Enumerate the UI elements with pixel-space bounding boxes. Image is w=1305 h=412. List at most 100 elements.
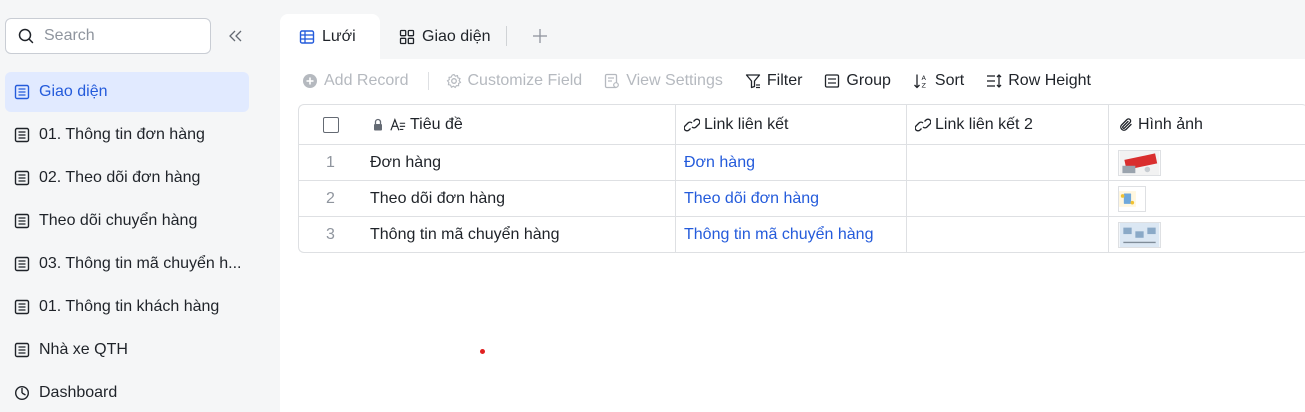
grid-icon: [14, 342, 30, 358]
column-header-label: Tiêu đề: [410, 115, 463, 133]
linked-record[interactable]: Thông tin mã chuyển hàng: [684, 226, 873, 244]
double-chevron-left-icon: [229, 30, 242, 42]
grid-icon: [14, 299, 30, 315]
link-icon: [915, 117, 931, 133]
grid-icon: [14, 213, 30, 229]
add-record-button[interactable]: Add Record: [302, 66, 409, 96]
filter-button[interactable]: Filter: [745, 66, 802, 96]
title-cell[interactable]: Đơn hàng: [362, 145, 676, 180]
sort-icon: AZ: [913, 73, 929, 89]
image-cell[interactable]: [1109, 217, 1305, 252]
sidebar-item-label: 01. Thông tin đơn hàng: [39, 126, 205, 143]
sidebar-item-thong-tin-ma-chuyen-hang[interactable]: 03. Thông tin mã chuyển h...: [5, 244, 249, 284]
link2-cell[interactable]: [907, 181, 1109, 216]
sidebar-item-nha-xe-qth[interactable]: Nhà xe QTH: [5, 330, 249, 370]
tab-divider: [506, 26, 507, 46]
sidebar-item-dashboard[interactable]: Dashboard: [5, 373, 249, 412]
sidebar-item-label: 03. Thông tin mã chuyển h...: [39, 255, 242, 272]
grid-view-icon: [299, 29, 315, 45]
image-thumbnail[interactable]: [1118, 185, 1146, 212]
column-header-label: Link liên kết 2: [935, 115, 1033, 133]
row-height-button[interactable]: Row Height: [986, 66, 1091, 96]
image-thumbnail[interactable]: [1118, 222, 1161, 248]
gear-icon: [446, 73, 462, 89]
main-gutter: [262, 0, 280, 412]
add-record-label: Add Record: [324, 72, 409, 89]
column-header-label: Hình ảnh: [1138, 115, 1203, 133]
toolbar-divider: [427, 72, 429, 90]
link-icon: [684, 117, 700, 133]
sidebar-item-label: Giao diện: [39, 83, 108, 100]
table-row[interactable]: 1 Đơn hàng Đơn hàng: [299, 145, 1305, 181]
row-index: 1: [326, 153, 335, 171]
link-cell[interactable]: Theo dõi đơn hàng: [676, 181, 907, 216]
data-grid: Tiêu đề Link liên kết Link liên kết 2 Hì…: [298, 104, 1305, 253]
svg-text:Z: Z: [921, 82, 926, 90]
tab-gallery-view[interactable]: Giao diện: [398, 14, 491, 59]
tab-label: Giao diện: [422, 27, 491, 45]
title-cell[interactable]: Theo dõi đơn hàng: [362, 181, 676, 216]
link2-cell[interactable]: [907, 145, 1109, 180]
row-index: 2: [326, 189, 335, 207]
title-cell[interactable]: Thông tin mã chuyển hàng: [362, 217, 676, 252]
table-row[interactable]: 3 Thông tin mã chuyển hàng Thông tin mã …: [299, 217, 1305, 252]
collapse-sidebar-button[interactable]: [226, 26, 246, 46]
column-header-title[interactable]: Tiêu đề: [362, 105, 676, 144]
select-all-checkbox[interactable]: [322, 116, 339, 133]
sidebar-item-label: Dashboard: [39, 384, 118, 401]
filter-icon: [745, 73, 761, 89]
sidebar-item-label: Theo dõi chuyển hàng: [39, 212, 198, 229]
sidebar-item-label: 01. Thông tin khách hàng: [39, 298, 220, 315]
group-label: Group: [846, 72, 891, 89]
column-header-link[interactable]: Link liên kết: [676, 105, 907, 144]
attachment-icon: [1118, 117, 1134, 133]
linked-record[interactable]: Đơn hàng: [684, 154, 755, 172]
sidebar-item-giao-dien[interactable]: Giao diện: [5, 72, 249, 112]
dashboard-icon: [14, 385, 30, 401]
grid-icon: [14, 84, 30, 100]
sidebar-item-thong-tin-don-hang[interactable]: 01. Thông tin đơn hàng: [5, 115, 249, 155]
row-index: 3: [326, 226, 335, 243]
view-toolbar: Add Record Customize Field View Settings…: [302, 62, 1113, 100]
header-checkbox-cell: [299, 105, 362, 144]
link-cell[interactable]: Đơn hàng: [676, 145, 907, 180]
search-input[interactable]: [44, 27, 194, 45]
row-height-label: Row Height: [1008, 72, 1091, 89]
main-area: Lưới Giao diện Add Record Customize Fiel…: [262, 0, 1305, 412]
linked-record[interactable]: Theo dõi đơn hàng: [684, 190, 819, 208]
sidebar-item-theo-doi-don-hang[interactable]: 02. Theo dõi đơn hàng: [5, 158, 249, 198]
view-settings-icon: [604, 73, 620, 89]
column-header-link-2[interactable]: Link liên kết 2: [907, 105, 1109, 144]
row-height-icon: [986, 73, 1002, 89]
gallery-view-icon: [399, 29, 415, 45]
grid-icon: [14, 170, 30, 186]
view-settings-button[interactable]: View Settings: [604, 66, 723, 96]
image-thumbnail[interactable]: [1118, 149, 1161, 176]
sidebar-item-label: 02. Theo dõi đơn hàng: [39, 169, 201, 186]
view-settings-label: View Settings: [626, 72, 723, 89]
cursor-dot: [480, 349, 485, 354]
column-header-image[interactable]: Hình ảnh: [1109, 105, 1305, 144]
tab-label: Lưới: [322, 27, 356, 45]
link-cell[interactable]: Thông tin mã chuyển hàng: [676, 217, 907, 252]
group-icon: [824, 73, 840, 89]
image-cell[interactable]: [1109, 145, 1305, 180]
search-box[interactable]: [5, 18, 211, 54]
tab-grid-view[interactable]: Lưới: [280, 14, 380, 59]
grid-icon: [14, 256, 30, 272]
sidebar-item-theo-doi-chuyen-hang[interactable]: Theo dõi chuyển hàng: [5, 201, 249, 241]
add-view-button[interactable]: [530, 26, 550, 46]
link2-cell[interactable]: [907, 217, 1109, 252]
text-field-icon: [390, 117, 406, 133]
lock-icon: [370, 117, 386, 133]
sidebar-item-thong-tin-khach-hang[interactable]: 01. Thông tin khách hàng: [5, 287, 249, 327]
add-circle-icon: [302, 73, 318, 89]
grid-icon: [14, 127, 30, 143]
customize-field-button[interactable]: Customize Field: [446, 66, 582, 96]
sidebar: Giao diện 01. Thông tin đơn hàng 02. The…: [0, 0, 262, 412]
group-button[interactable]: Group: [824, 66, 891, 96]
table-row[interactable]: 2 Theo dõi đơn hàng Theo dõi đơn hàng: [299, 181, 1305, 217]
image-cell[interactable]: [1109, 181, 1305, 216]
sidebar-nav: Giao diện 01. Thông tin đơn hàng 02. The…: [5, 72, 249, 412]
sort-button[interactable]: AZ Sort: [913, 66, 964, 96]
